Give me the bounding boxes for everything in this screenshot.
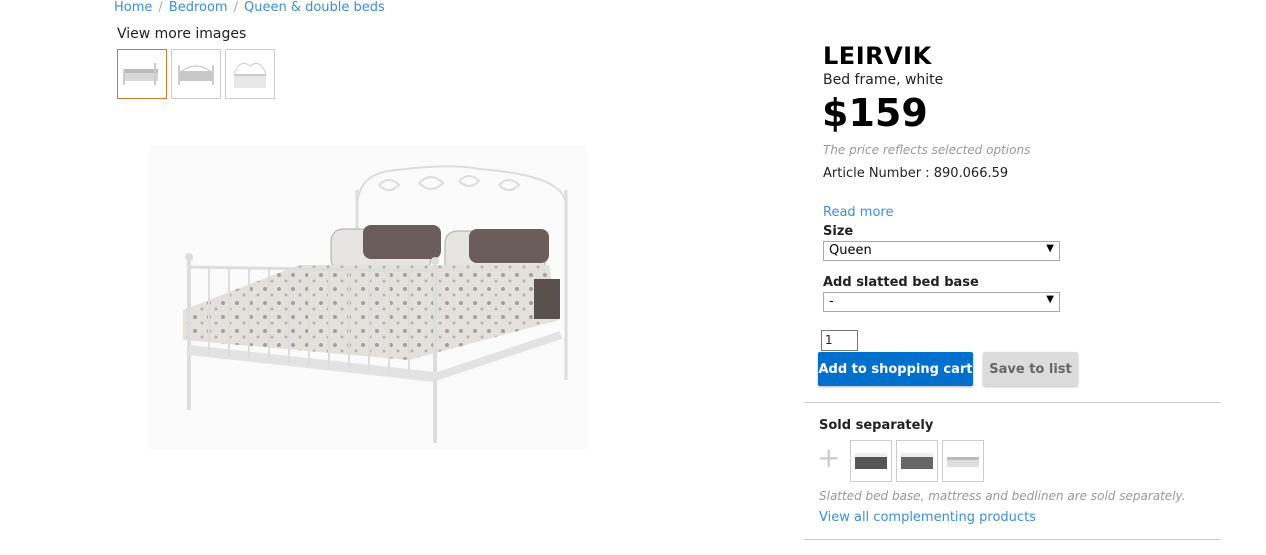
bed-thumbnail-image — [123, 63, 158, 85]
view-more-images-label: View more images — [117, 26, 247, 42]
dropdown-arrow-icon: ▼ — [1046, 243, 1054, 254]
sold-separately-thumbnails — [850, 440, 984, 482]
divider — [804, 539, 1221, 540]
bed-thumbnail-1[interactable] — [117, 49, 167, 99]
bed-thumbnail-3[interactable] — [225, 49, 275, 99]
quantity-input[interactable]: 1 — [821, 330, 858, 351]
product-price: $159 — [822, 91, 928, 135]
mattress-thumbnail-2[interactable] — [896, 440, 938, 482]
breadcrumb: Home / Bedroom / Queen & double beds — [114, 0, 385, 15]
product-main-image — [149, 145, 587, 450]
dropdown-arrow-icon: ▼ — [1046, 294, 1054, 305]
breadcrumb-separator: / — [233, 0, 238, 15]
slatted-base-label: Add slatted bed base — [823, 275, 979, 290]
price-note: The price reflects selected options — [823, 143, 1031, 157]
plus-icon: + — [817, 441, 841, 474]
size-select[interactable]: Queen ▼ — [823, 241, 1060, 261]
bed-thumbnail-image — [178, 65, 214, 85]
mattress-thumbnail-1[interactable] — [850, 440, 892, 482]
mattress-image — [901, 453, 933, 469]
breadcrumb-home-link[interactable]: Home — [114, 0, 152, 15]
read-more-link[interactable]: Read more — [823, 205, 893, 220]
slatted-base-image — [947, 457, 979, 467]
mattress-image — [855, 453, 887, 469]
add-to-cart-button[interactable]: Add to shopping cart — [818, 352, 973, 386]
view-all-complementing-link[interactable]: View all complementing products — [819, 510, 1036, 525]
bed-thumbnail-2[interactable] — [171, 49, 221, 99]
bed-frame-image — [183, 165, 568, 443]
bed-thumbnail-image — [233, 62, 267, 88]
slatted-base-thumbnail[interactable] — [942, 440, 984, 482]
sold-separately-note: Slatted bed base, mattress and bedlinen … — [819, 489, 1186, 503]
save-to-list-button[interactable]: Save to list — [983, 352, 1078, 386]
size-select-value: Queen — [829, 243, 872, 258]
breadcrumb-queen-double-beds-link[interactable]: Queen & double beds — [244, 0, 385, 15]
slatted-base-select[interactable]: - ▼ — [823, 292, 1060, 312]
image-thumbnails — [117, 49, 275, 99]
slatted-base-select-value: - — [829, 294, 834, 309]
size-label: Size — [823, 224, 854, 239]
sold-separately-heading: Sold separately — [819, 418, 934, 433]
product-name: LEIRVIK — [823, 42, 932, 70]
breadcrumb-separator: / — [158, 0, 163, 15]
article-number: Article Number : 890.066.59 — [823, 166, 1009, 181]
divider — [804, 402, 1221, 403]
breadcrumb-bedroom-link[interactable]: Bedroom — [169, 0, 228, 15]
product-description: Bed frame, white — [823, 72, 944, 88]
